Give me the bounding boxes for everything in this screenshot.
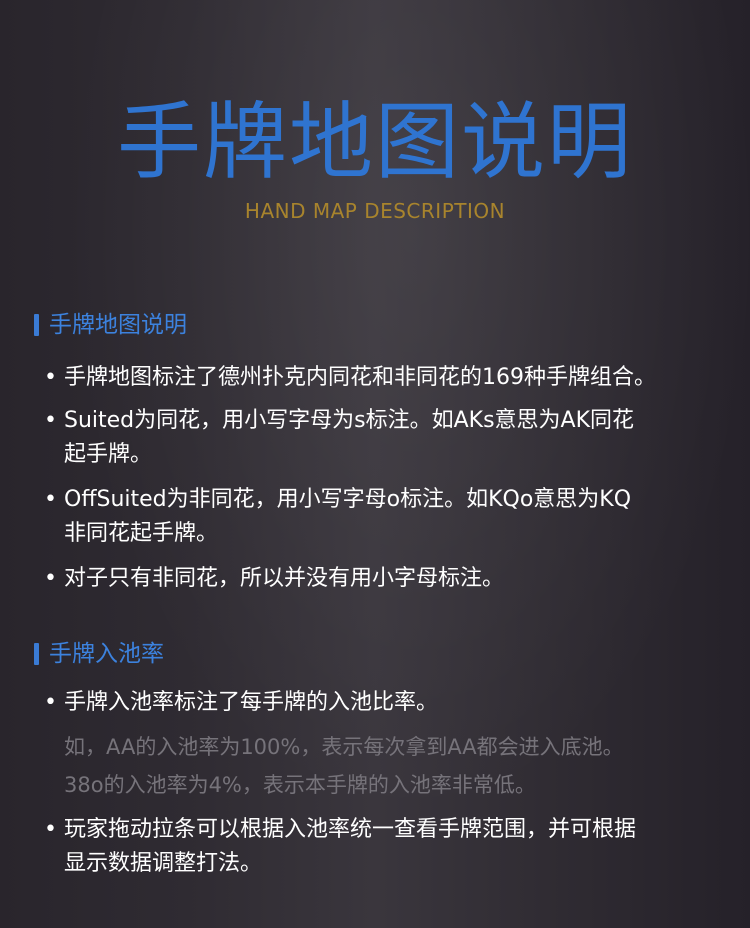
bullet-text: 对子只有非同花，所以并没有用小字母标注。 bbox=[64, 566, 505, 591]
list-item: • Suited为同花，用小写字母为s标注。如AKs意思为AK同花 起手牌。 bbox=[44, 404, 728, 472]
section-title: 手牌入池率 bbox=[49, 641, 164, 667]
bullet-text: 手牌入池率标注了每手牌的入池比率。 bbox=[64, 690, 439, 715]
section-marker bbox=[34, 643, 39, 665]
bullet-dot: • bbox=[44, 408, 57, 433]
bullet-dot: • bbox=[44, 690, 57, 715]
bullet-text: OffSuited为非同花，用小写字母o标注。如KQo意思为KQ 非同花起手牌。 bbox=[64, 487, 632, 546]
list-item: • 手牌入池率标注了每手牌的入池比率。 bbox=[44, 686, 728, 720]
example-note: 如，AA的入池率为100%，表示每次拿到AA都会进入底池。 38o的入池率为4%… bbox=[64, 735, 624, 797]
section-header-hand-map: 手牌地图说明 bbox=[34, 310, 187, 340]
bullet-dot: • bbox=[44, 566, 57, 591]
list-item: • 玩家拖动拉条可以根据入池率统一查看手牌范围，并可根据 显示数据调整打法。 bbox=[44, 813, 728, 881]
bullet-text: 玩家拖动拉条可以根据入池率统一查看手牌范围，并可根据 显示数据调整打法。 bbox=[64, 817, 637, 876]
bullet-text: Suited为同花，用小写字母为s标注。如AKs意思为AK同花 起手牌。 bbox=[64, 408, 635, 467]
section-header-vpip: 手牌入池率 bbox=[34, 639, 164, 669]
list-item: • OffSuited为非同花，用小写字母o标注。如KQo意思为KQ 非同花起手… bbox=[44, 483, 728, 551]
section-title: 手牌地图说明 bbox=[49, 312, 187, 338]
list-item: • 手牌地图标注了德州扑克内同花和非同花的169种手牌组合。 bbox=[44, 361, 728, 395]
bullet-text: 手牌地图标注了德州扑克内同花和非同花的169种手牌组合。 bbox=[64, 365, 656, 390]
bullet-dot: • bbox=[44, 365, 57, 390]
bullet-dot: • bbox=[44, 487, 57, 512]
list-item: • 对子只有非同花，所以并没有用小字母标注。 bbox=[44, 562, 728, 596]
section-marker bbox=[34, 314, 39, 336]
page: 手牌地图说明 HAND MAP DESCRIPTION 手牌地图说明 • 手牌地… bbox=[0, 0, 750, 928]
page-title: 手牌地图说明 bbox=[116, 93, 633, 191]
bullet-dot: • bbox=[44, 817, 57, 842]
page-subtitle: HAND MAP DESCRIPTION bbox=[244, 199, 506, 223]
